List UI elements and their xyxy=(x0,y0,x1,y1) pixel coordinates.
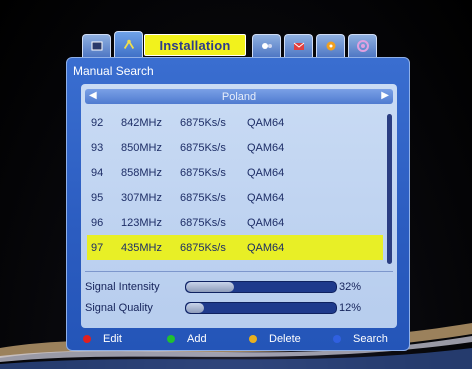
edit-label: Edit xyxy=(103,333,122,345)
signal-intensity-label: Signal Intensity xyxy=(85,281,160,293)
channel-symbol-rate: 6875Ks/s xyxy=(180,116,226,129)
channel-modulation: QAM64 xyxy=(247,216,285,229)
satellite-selector[interactable]: ◀ Poland ▶ xyxy=(85,89,393,104)
add-label: Add xyxy=(187,333,207,345)
signal-quality-value: 12% xyxy=(339,302,362,314)
channel-modulation: QAM64 xyxy=(247,191,285,204)
channel-symbol-rate: 6875Ks/s xyxy=(180,166,226,179)
channel-row[interactable]: 96 123MHz 6875Ks/s QAM64 xyxy=(87,210,383,235)
blue-key-icon xyxy=(333,335,341,343)
tab-tv[interactable] xyxy=(82,34,111,57)
tab-system[interactable] xyxy=(348,34,377,57)
add-button[interactable]: Add xyxy=(167,333,207,345)
av-icon xyxy=(260,39,274,53)
channel-number: 95 xyxy=(91,191,104,204)
yellow-key-icon xyxy=(249,335,257,343)
channel-number: 93 xyxy=(91,141,104,154)
divider xyxy=(85,271,393,272)
tab-mail[interactable] xyxy=(284,34,313,57)
channel-frequency: 123MHz xyxy=(121,216,162,229)
delete-button[interactable]: Delete xyxy=(249,333,301,345)
signal-intensity-bar xyxy=(185,281,337,293)
channel-row[interactable]: 93 850MHz 6875Ks/s QAM64 xyxy=(87,135,383,160)
channel-row[interactable]: 95 307MHz 6875Ks/s QAM64 xyxy=(87,185,383,210)
channel-symbol-rate: 6875Ks/s xyxy=(180,216,226,229)
installation-icon xyxy=(122,38,136,52)
channel-symbol-rate: 6875Ks/s xyxy=(180,191,226,204)
channel-frequency: 842MHz xyxy=(121,116,162,129)
channel-frequency: 850MHz xyxy=(121,141,162,154)
page-title: Installation xyxy=(144,34,246,56)
signal-quality-row: Signal Quality 12% xyxy=(85,299,395,317)
channel-row-selected[interactable]: 97 435MHz 6875Ks/s QAM64 xyxy=(87,235,383,260)
channel-row[interactable]: 94 858MHz 6875Ks/s QAM64 xyxy=(87,160,383,185)
system-icon xyxy=(356,39,370,53)
signal-quality-bar xyxy=(185,302,337,314)
page-title-text: Installation xyxy=(159,37,231,53)
chevron-left-icon[interactable]: ◀ xyxy=(89,90,97,101)
channel-modulation: QAM64 xyxy=(247,116,285,129)
channel-modulation: QAM64 xyxy=(247,166,285,179)
channel-number: 92 xyxy=(91,116,104,129)
panel-header: Manual Search xyxy=(73,64,154,78)
channel-list: 92 842MHz 6875Ks/s QAM64 93 850MHz 6875K… xyxy=(87,110,383,260)
search-button[interactable]: Search xyxy=(333,333,388,345)
channel-symbol-rate: 6875Ks/s xyxy=(180,241,226,254)
channel-frequency: 307MHz xyxy=(121,191,162,204)
settings-icon xyxy=(324,39,338,53)
channel-symbol-rate: 6875Ks/s xyxy=(180,141,226,154)
channel-row[interactable]: 92 842MHz 6875Ks/s QAM64 xyxy=(87,110,383,135)
channel-list-area: ◀ Poland ▶ 92 842MHz 6875Ks/s QAM64 93 8… xyxy=(81,84,397,328)
channel-number: 94 xyxy=(91,166,104,179)
tv-icon xyxy=(90,39,104,53)
channel-frequency: 858MHz xyxy=(121,166,162,179)
channel-modulation: QAM64 xyxy=(247,141,285,154)
manual-search-panel: Manual Search ◀ Poland ▶ 92 842MHz 6875K… xyxy=(66,57,410,351)
signal-intensity-fill xyxy=(186,282,234,292)
green-key-icon xyxy=(167,335,175,343)
channel-modulation: QAM64 xyxy=(247,241,285,254)
search-label: Search xyxy=(353,333,388,345)
mail-icon xyxy=(292,39,306,53)
signal-quality-label: Signal Quality xyxy=(85,302,153,314)
channel-frequency: 435MHz xyxy=(121,241,162,254)
menu-tabs: Installation xyxy=(78,31,398,58)
signal-quality-fill xyxy=(186,303,204,313)
edit-button[interactable]: Edit xyxy=(83,333,122,345)
color-key-footer: Edit Add Delete Search xyxy=(81,330,397,348)
signal-intensity-row: Signal Intensity 32% xyxy=(85,278,395,296)
delete-label: Delete xyxy=(269,333,301,345)
chevron-right-icon[interactable]: ▶ xyxy=(381,90,389,101)
tab-installation[interactable] xyxy=(114,31,143,58)
tv-screen: Installation Manual Search ◀ Poland ▶ 92… xyxy=(0,0,472,369)
satellite-name: Poland xyxy=(221,90,257,103)
list-scrollbar[interactable] xyxy=(387,114,392,264)
channel-number: 97 xyxy=(91,241,104,254)
red-key-icon xyxy=(83,335,91,343)
channel-number: 96 xyxy=(91,216,104,229)
tab-av[interactable] xyxy=(252,34,281,57)
tab-settings[interactable] xyxy=(316,34,345,57)
signal-intensity-value: 32% xyxy=(339,281,362,293)
